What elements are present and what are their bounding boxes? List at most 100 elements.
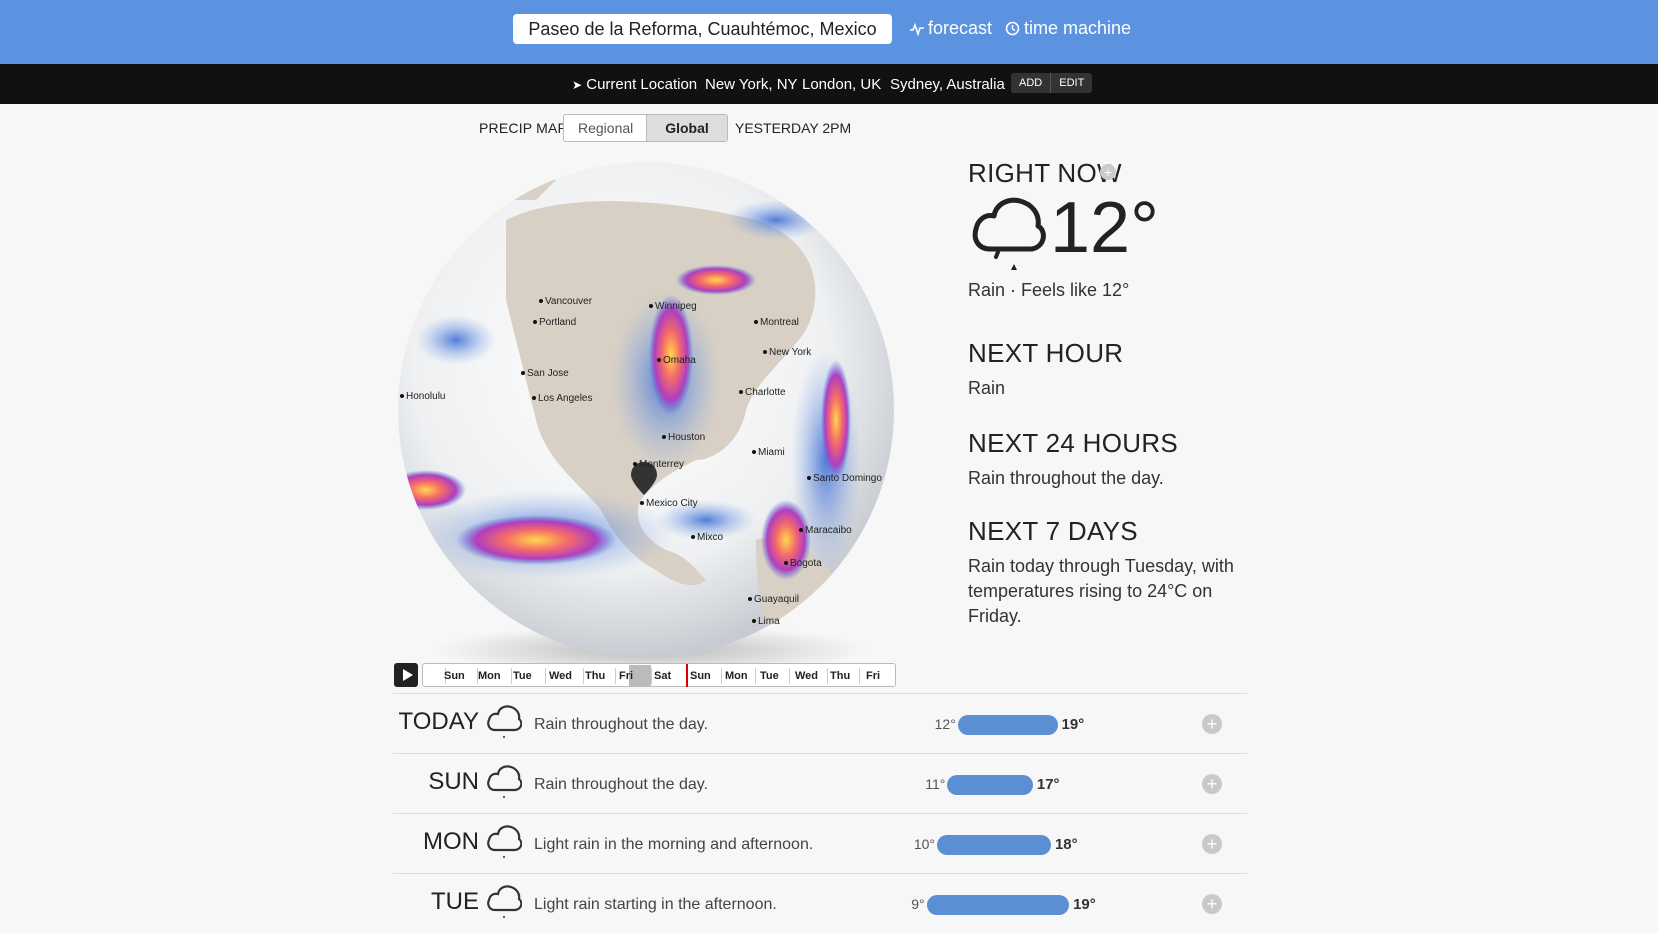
- timeline-tick: [615, 668, 616, 684]
- current-summary: Rain · Feels like 12°: [968, 280, 1130, 300]
- map-time-label: YESTERDAY 2PM: [735, 120, 852, 136]
- daily-row[interactable]: SUN Rain throughout the day. 11° 17° +: [393, 753, 1247, 813]
- timeline-day[interactable]: Fri: [619, 670, 633, 682]
- day-high-temp: 17°: [1036, 776, 1060, 793]
- timeline-tick: [789, 668, 790, 684]
- timeline-tick: [583, 668, 584, 684]
- day-name: TUE: [431, 888, 479, 915]
- precip-map-label: PRECIP MAP: [479, 120, 568, 136]
- day-temp-range-bar: [926, 895, 1070, 915]
- next-7-days-title: NEXT 7 DAYS: [968, 516, 1138, 546]
- timeline-tick: [721, 668, 722, 684]
- city-label: Honolulu: [400, 391, 445, 402]
- daily-row[interactable]: TUE Light rain starting in the afternoon…: [393, 873, 1247, 933]
- city-label: San Jose: [521, 368, 569, 379]
- pulse-icon: [910, 22, 924, 36]
- day-name: TODAY: [398, 708, 479, 735]
- day-summary: Rain throughout the day.: [534, 716, 709, 733]
- day-expand-button[interactable]: +: [1202, 834, 1222, 854]
- day-high-temp: 19°: [1061, 716, 1085, 733]
- city-label: Santo Domingo: [807, 473, 882, 484]
- nav-new-york[interactable]: New York, NY: [705, 76, 798, 93]
- rain-cloud-icon: [487, 825, 522, 858]
- map-timeline[interactable]: Sun Mon Tue Wed Thu Fri Sat Sun Mon Tue …: [422, 663, 896, 687]
- day-temp-range-bar: [937, 835, 1051, 855]
- day-summary: Rain throughout the day.: [534, 776, 709, 793]
- city-label: Miami: [752, 447, 785, 458]
- timeline-day[interactable]: Mon: [478, 670, 501, 682]
- city-label: Mixco: [691, 532, 723, 543]
- precip-globe[interactable]: Vancouver Portland Winnipeg Montreal New…: [396, 160, 896, 660]
- timeline-tick: [827, 668, 828, 684]
- day-expand-button[interactable]: +: [1202, 774, 1222, 794]
- map-scope-toggle: Regional Global: [563, 114, 728, 142]
- day-low-temp: 9°: [911, 896, 925, 912]
- top-bar: Paseo de la Reforma, Cuauhtémoc, Mexico …: [0, 0, 1658, 64]
- nav-item-label: Current Location: [586, 76, 698, 93]
- forecast-link[interactable]: forecast: [910, 18, 992, 39]
- city-label: Lima: [752, 616, 780, 627]
- day-temp-range-bar: [947, 775, 1033, 795]
- clock-icon: [1005, 21, 1020, 36]
- day-summary: Light rain in the morning and afternoon.: [534, 836, 814, 853]
- day-expand-button[interactable]: +: [1202, 714, 1222, 734]
- regional-button[interactable]: Regional: [564, 115, 646, 141]
- timeline-day[interactable]: Sat: [654, 670, 671, 682]
- timeline-tick: [755, 668, 756, 684]
- city-label: Los Angeles: [532, 393, 593, 404]
- day-low-temp: 12°: [934, 716, 956, 732]
- add-location-button[interactable]: ADD: [1011, 73, 1050, 93]
- right-now-expand-button[interactable]: +: [1100, 164, 1116, 180]
- timeline-tick: [511, 668, 512, 684]
- nav-sydney[interactable]: Sydney, Australia: [890, 76, 1005, 93]
- day-high-temp: 19°: [1073, 896, 1096, 913]
- nav-london[interactable]: London, UK: [802, 76, 881, 93]
- next-hour-title: NEXT HOUR: [968, 338, 1124, 368]
- timeline-day[interactable]: Fri: [866, 670, 880, 682]
- timeline-day[interactable]: Wed: [549, 670, 572, 682]
- timeline-day[interactable]: Sun: [444, 670, 465, 682]
- day-expand-button[interactable]: +: [1202, 894, 1222, 914]
- global-button[interactable]: Global: [646, 115, 727, 141]
- nav-current-location[interactable]: ➤ Current Location: [572, 76, 697, 93]
- timeline-day[interactable]: Mon: [725, 670, 748, 682]
- city-label: New York: [763, 347, 811, 358]
- day-high-temp: 18°: [1054, 836, 1078, 853]
- rain-cloud-icon: [487, 765, 522, 798]
- city-label: Portland: [533, 317, 576, 328]
- forecast-label: forecast: [928, 18, 993, 38]
- day-low-temp: 10°: [913, 836, 935, 852]
- search-input[interactable]: Paseo de la Reforma, Cuauhtémoc, Mexico: [513, 14, 892, 44]
- time-machine-link[interactable]: time machine: [1005, 18, 1131, 39]
- city-label: Bogota: [784, 558, 822, 569]
- timeline-tick: [651, 668, 652, 684]
- daily-row[interactable]: MON Light rain in the morning and aftern…: [393, 813, 1247, 873]
- daily-row[interactable]: TODAY Rain throughout the day. 12° 19° +: [393, 693, 1247, 753]
- timeline-day[interactable]: Sun: [690, 670, 711, 682]
- rain-cloud-icon: [487, 885, 522, 918]
- day-name: SUN: [428, 768, 479, 795]
- timeline-day[interactable]: Thu: [830, 670, 850, 682]
- timeline-day[interactable]: Tue: [760, 670, 779, 682]
- edit-locations-button[interactable]: EDIT: [1050, 73, 1092, 93]
- day-name: MON: [423, 828, 479, 855]
- daily-forecast-list: TODAY Rain throughout the day. 12° 19° +…: [393, 693, 1247, 933]
- timeline-day[interactable]: Tue: [513, 670, 532, 682]
- right-now-title: RIGHT NOW: [968, 158, 1122, 188]
- city-label: Maracaibo: [799, 525, 852, 536]
- city-label: Guayaquil: [748, 594, 799, 605]
- day-low-temp: 11°: [925, 776, 946, 792]
- timeline-day[interactable]: Wed: [795, 670, 818, 682]
- city-label: Omaha: [657, 355, 696, 366]
- globe-graphic: [398, 162, 894, 658]
- city-label: Montreal: [754, 317, 799, 328]
- rain-cloud-icon: [972, 197, 1046, 270]
- play-button[interactable]: [394, 663, 418, 687]
- day-temp-range-bar: [957, 715, 1058, 735]
- timeline-now-marker: [686, 664, 688, 687]
- next-24-hours-text: Rain throughout the day.: [968, 468, 1164, 488]
- city-label: Mexico City: [640, 498, 698, 509]
- rain-cloud-icon: [487, 705, 522, 738]
- timeline-day[interactable]: Thu: [585, 670, 605, 682]
- timeline-tick: [545, 668, 546, 684]
